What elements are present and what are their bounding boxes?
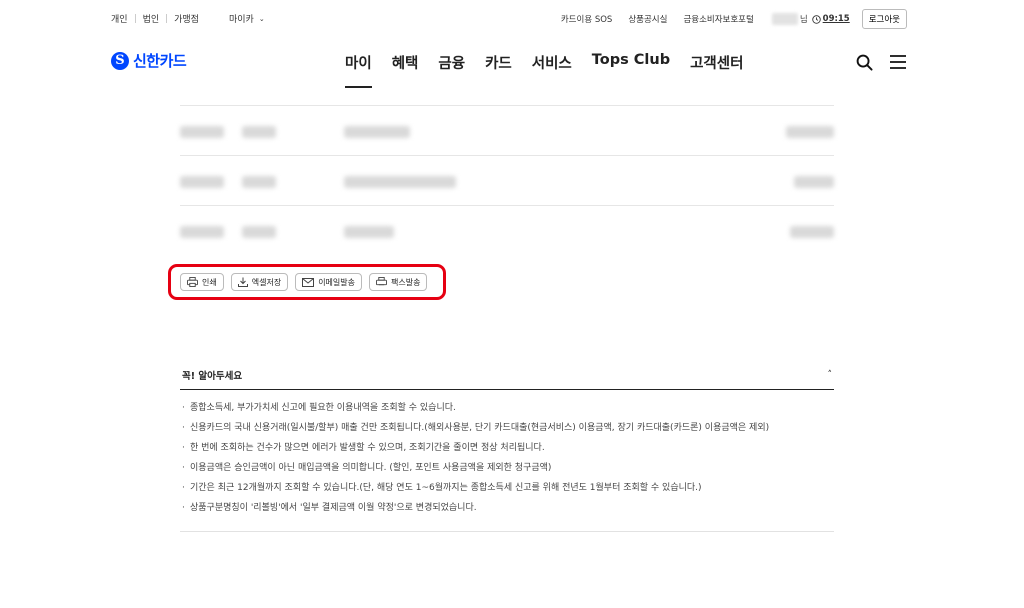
notice-section: 꼭! 알아두세요 ˄ 종합소득세, 부가가치세 신고에 필요한 이용내역을 조회… [180, 360, 834, 532]
notice-item: 상품구분명칭이 '리볼빙'에서 '일부 결제금액 이월 약정'으로 변경되었습니… [182, 501, 834, 516]
email-send-button[interactable]: 이메일발송 [295, 273, 362, 291]
logout-button[interactable]: 로그아웃 [861, 9, 907, 29]
action-buttons: 인쇄 엑셀저장 이메일발송 팩스발송 [180, 273, 434, 291]
excel-save-button[interactable]: 엑셀저장 [230, 273, 289, 291]
table-row [180, 205, 834, 255]
session-timer[interactable]: 09:15 [811, 14, 850, 24]
fax-send-button[interactable]: 팩스발송 [369, 273, 428, 291]
notice-item: 기간은 최근 12개월까지 조회할 수 있습니다.(단, 해당 연도 1~6월까… [182, 481, 834, 496]
notice-header[interactable]: 꼭! 알아두세요 ˄ [180, 360, 834, 390]
link-corporate[interactable]: 법인 [143, 12, 160, 25]
hamburger-menu-icon[interactable] [889, 53, 907, 71]
main-menu: 마이 혜택 금융 카드 서비스 Tops Club 고객센터 [345, 52, 763, 88]
gnb-icons [839, 53, 907, 71]
printer-icon [187, 277, 198, 287]
link-card-sos[interactable]: 카드이용 SOS [561, 13, 612, 25]
chevron-up-icon[interactable]: ˄ [828, 370, 833, 380]
menu-my[interactable]: 마이 [345, 52, 372, 88]
menu-tops-club[interactable]: Tops Club [592, 52, 670, 86]
link-product-disclosure[interactable]: 상품공시실 [628, 13, 667, 25]
notice-item: 종합소득세, 부가가치세 신고에 필요한 이용내역을 조회할 수 있습니다. [182, 401, 834, 416]
menu-benefits[interactable]: 혜택 [392, 52, 419, 86]
download-icon [237, 277, 248, 287]
fax-send-label: 팩스발송 [391, 277, 421, 287]
notice-list: 종합소득세, 부가가치세 신고에 필요한 이용내역을 조회할 수 있습니다. 신… [180, 390, 834, 532]
masked-cell [344, 226, 394, 238]
notice-title: 꼭! 알아두세요 [182, 370, 243, 382]
envelope-icon [302, 277, 315, 287]
user-greeting: 님 09:15 [771, 13, 850, 25]
global-nav: S 신한카드 마이 혜택 금융 카드 서비스 Tops Club 고객센터 [0, 36, 1024, 96]
clock-icon [811, 14, 821, 24]
chevron-down-icon: ⌄ [258, 14, 265, 23]
fax-icon [376, 277, 387, 286]
masked-cell [790, 226, 834, 238]
search-icon[interactable] [855, 53, 873, 71]
masked-cell [242, 226, 276, 238]
print-button[interactable]: 인쇄 [180, 273, 224, 291]
mycard-label: 마이카 [228, 15, 254, 25]
logo-text: 신한카드 [133, 52, 187, 70]
masked-cell [180, 176, 224, 188]
mycard-dropdown[interactable]: 마이카 ⌄ [228, 12, 265, 26]
print-label: 인쇄 [202, 277, 217, 287]
masked-username [771, 13, 798, 25]
email-send-label: 이메일발송 [318, 277, 355, 287]
menu-service[interactable]: 서비스 [532, 52, 572, 86]
menu-customer-center[interactable]: 고객센터 [690, 52, 743, 86]
audience-switcher: 개인 법인 가맹점 마이카 ⌄ [111, 12, 265, 25]
masked-cell [180, 226, 224, 238]
session-time: 09:15 [822, 14, 850, 24]
masked-cell [344, 126, 410, 138]
excel-save-label: 엑셀저장 [251, 277, 282, 287]
divider [134, 14, 136, 23]
masked-cell [180, 126, 224, 138]
divider [166, 14, 168, 23]
link-merchant[interactable]: 가맹점 [174, 12, 199, 25]
table-row [180, 155, 834, 205]
utility-bar: 개인 법인 가맹점 마이카 ⌄ 카드이용 SOS 상품공시실 금융소비자보호포털… [0, 0, 1024, 36]
masked-cell [344, 176, 456, 188]
link-consumer-portal[interactable]: 금융소비자보호포털 [683, 13, 753, 25]
masked-cell [794, 176, 834, 188]
menu-finance[interactable]: 금융 [438, 52, 465, 86]
notice-item: 한 번에 조회하는 건수가 많으면 에러가 발생할 수 있으며, 조회기간을 줄… [182, 441, 834, 456]
logo-mark: S [111, 51, 129, 70]
notice-item: 이용금액은 승인금액이 아닌 매입금액을 의미합니다. (할인, 포인트 사용금… [182, 461, 834, 476]
user-suffix: 님 [799, 15, 808, 25]
result-table [180, 105, 834, 255]
masked-cell [786, 126, 834, 138]
notice-item: 신용카드의 국내 신용거래(일시불/할부) 매출 건만 조회됩니다.(해외사용분… [182, 421, 834, 436]
utility-links: 카드이용 SOS 상품공시실 금융소비자보호포털 님 09:15 로그아웃 [561, 9, 907, 29]
masked-cell [242, 126, 276, 138]
shinhan-card-logo[interactable]: S 신한카드 [111, 50, 187, 71]
masked-cell [242, 176, 276, 188]
menu-card[interactable]: 카드 [485, 52, 512, 86]
table-row [180, 105, 834, 155]
link-personal[interactable]: 개인 [111, 12, 128, 25]
